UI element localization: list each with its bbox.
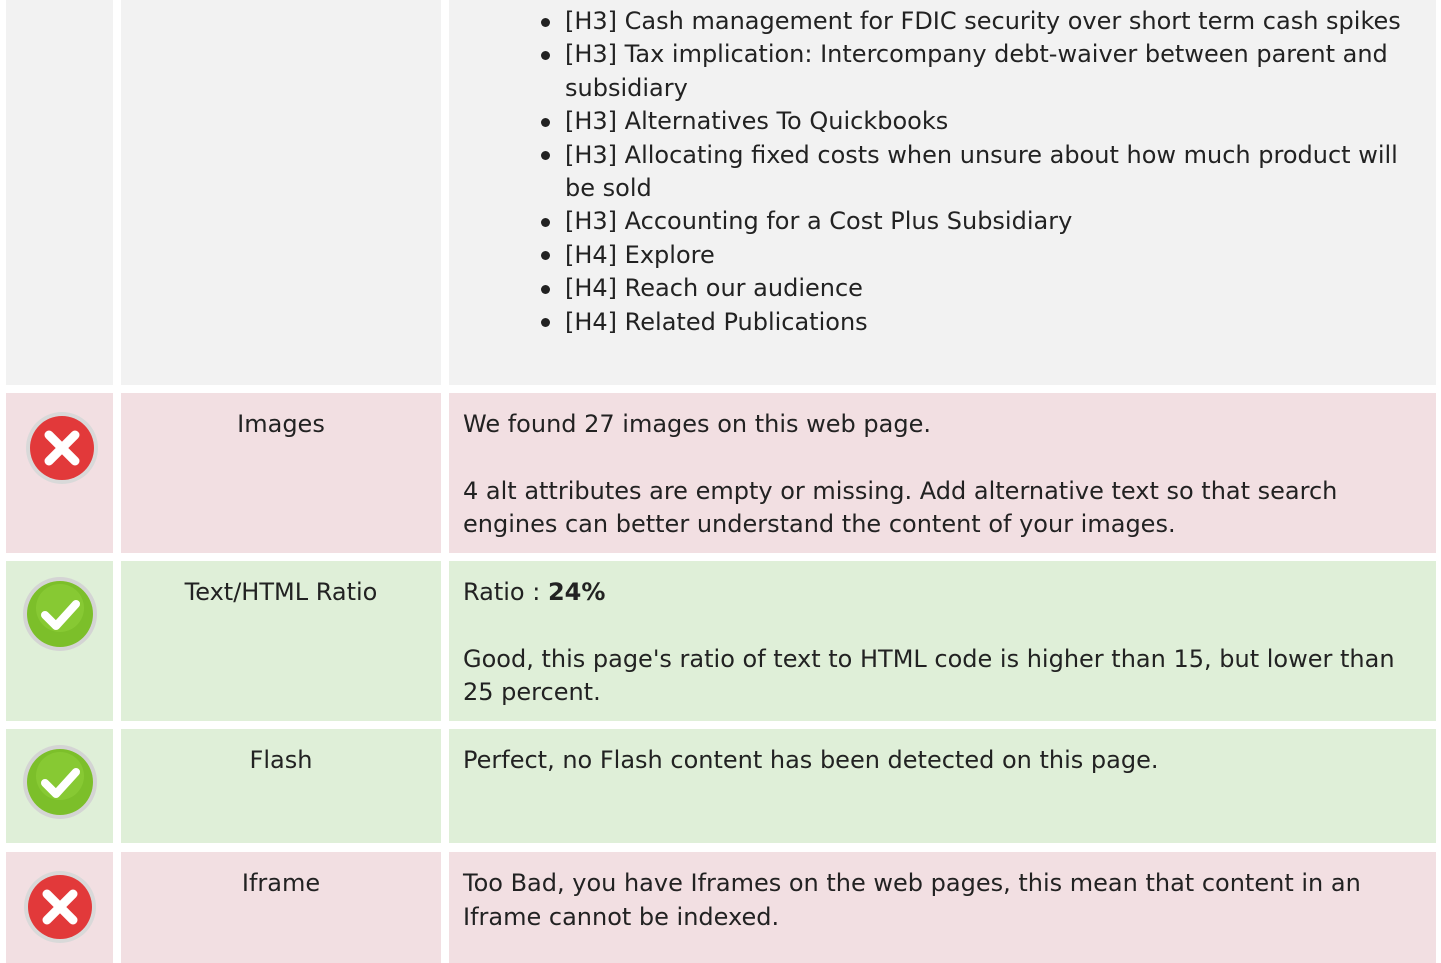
list-item: [H4] Explore bbox=[535, 239, 1415, 272]
flash-label-cell: Flash bbox=[121, 729, 441, 843]
iframe-label-cell: Iframe bbox=[121, 852, 441, 963]
ratio-prefix: Ratio : bbox=[463, 578, 548, 606]
list-item: [H3] Alternatives To Quickbooks bbox=[535, 105, 1415, 138]
iframe-description: Too Bad, you have Iframes on the web pag… bbox=[463, 869, 1361, 931]
images-label-cell: Images bbox=[121, 393, 441, 553]
headings-list: [H3] Cash management for FDIC security o… bbox=[535, 5, 1415, 339]
headings-row-icon-cell bbox=[6, 0, 113, 385]
images-label: Images bbox=[237, 410, 325, 438]
check-icon bbox=[23, 745, 97, 819]
iframe-status-cell bbox=[6, 852, 113, 963]
list-item: [H3] Allocating fixed costs when unsure … bbox=[535, 139, 1415, 206]
list-item: [H3] Cash management for FDIC security o… bbox=[535, 5, 1415, 38]
iframe-content-cell: Too Bad, you have Iframes on the web pag… bbox=[449, 852, 1436, 963]
images-status-cell bbox=[6, 393, 113, 553]
check-icon bbox=[23, 577, 97, 651]
ratio-value: 24% bbox=[547, 578, 606, 606]
ratio-description: Good, this page's ratio of text to HTML … bbox=[463, 644, 1395, 707]
headings-row-label-cell bbox=[121, 0, 441, 385]
list-item: [H4] Reach our audience bbox=[535, 272, 1415, 305]
list-item: [H3] Tax implication: Intercompany debt-… bbox=[535, 38, 1415, 105]
iframe-label: Iframe bbox=[241, 869, 321, 897]
ratio-label: Text/HTML Ratio bbox=[184, 578, 378, 606]
list-item: [H3] Accounting for a Cost Plus Subsidia… bbox=[535, 205, 1415, 238]
flash-content-cell: Perfect, no Flash content has been detec… bbox=[449, 729, 1436, 843]
images-count-text: We found 27 images on this web page. bbox=[463, 410, 931, 438]
flash-description: Perfect, no Flash content has been detec… bbox=[463, 746, 1159, 774]
error-x-icon bbox=[26, 412, 98, 484]
flash-label: Flash bbox=[249, 746, 313, 774]
ratio-label-cell: Text/HTML Ratio bbox=[121, 561, 441, 721]
images-alt-text: 4 alt attributes are empty or missing. A… bbox=[463, 476, 1338, 539]
ratio-content-cell: Ratio : 24% Good, this page's ratio of t… bbox=[449, 561, 1436, 721]
ratio-status-cell bbox=[6, 561, 113, 721]
headings-row-content-cell: [H3] Cash management for FDIC security o… bbox=[449, 0, 1436, 385]
ratio-line: Ratio : 24% bbox=[463, 576, 1422, 610]
error-x-icon bbox=[24, 871, 96, 943]
list-item: [H4] Related Publications bbox=[535, 306, 1415, 339]
images-content-cell: We found 27 images on this web page. 4 a… bbox=[449, 393, 1436, 553]
flash-status-cell bbox=[6, 729, 113, 843]
